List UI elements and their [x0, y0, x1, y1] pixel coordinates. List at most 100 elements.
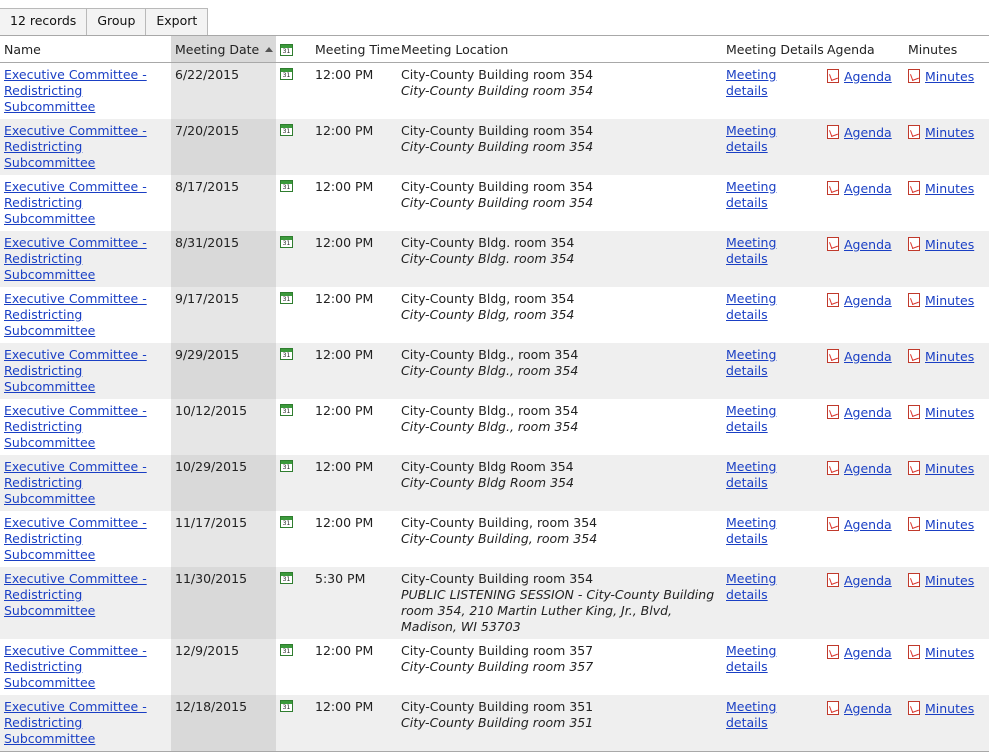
- add-to-calendar-icon[interactable]: 31: [280, 124, 293, 136]
- meeting-time-cell: 12:00 PM: [311, 455, 397, 511]
- pdf-icon: [908, 293, 920, 307]
- column-header-meeting-location[interactable]: Meeting Location: [397, 35, 722, 63]
- pdf-icon: [908, 181, 920, 195]
- pdf-icon: [827, 181, 839, 195]
- meeting-name-link[interactable]: Executive Committee - Redistricting Subc…: [4, 643, 147, 690]
- agenda-link[interactable]: Agenda: [844, 573, 892, 588]
- meeting-name-link[interactable]: Executive Committee - Redistricting Subc…: [4, 235, 147, 282]
- meeting-name-link[interactable]: Executive Committee - Redistricting Subc…: [4, 67, 147, 114]
- name-cell: Executive Committee - Redistricting Subc…: [0, 695, 171, 752]
- add-to-calendar-icon[interactable]: 31: [280, 516, 293, 528]
- agenda-link[interactable]: Agenda: [844, 701, 892, 716]
- meeting-location: City-County Building room 354: [401, 179, 594, 194]
- meeting-name-link[interactable]: Executive Committee - Redistricting Subc…: [4, 123, 147, 170]
- meeting-details-link[interactable]: Meeting details: [726, 571, 776, 602]
- add-to-calendar-icon[interactable]: 31: [280, 644, 293, 656]
- meeting-name-link[interactable]: Executive Committee - Redistricting Subc…: [4, 179, 147, 226]
- add-to-calendar-icon[interactable]: 31: [280, 460, 293, 472]
- add-to-calendar-icon[interactable]: 31: [280, 292, 293, 304]
- meeting-location-note: City-County Bldg, room 354: [401, 307, 575, 322]
- calendar-cell: 31: [276, 231, 311, 287]
- meeting-date-cell: 8/17/2015: [171, 175, 276, 231]
- meeting-name-link[interactable]: Executive Committee - Redistricting Subc…: [4, 571, 147, 618]
- add-to-calendar-icon[interactable]: 31: [280, 236, 293, 248]
- meeting-time-cell: 12:00 PM: [315, 291, 374, 306]
- meeting-date-cell: 11/17/2015: [171, 511, 276, 567]
- calendar-icon-number: 31: [282, 296, 291, 303]
- meeting-location-note: City-County Bldg., room 354: [401, 363, 579, 378]
- minutes-link[interactable]: Minutes: [925, 349, 974, 364]
- agenda-link[interactable]: Agenda: [844, 125, 892, 140]
- agenda-link[interactable]: Agenda: [844, 293, 892, 308]
- agenda-link[interactable]: Agenda: [844, 405, 892, 420]
- meeting-name-link[interactable]: Executive Committee - Redistricting Subc…: [4, 347, 147, 394]
- column-header-agenda[interactable]: Agenda: [823, 35, 904, 63]
- column-header-meeting-time[interactable]: Meeting Time: [311, 35, 400, 63]
- agenda-link[interactable]: Agenda: [844, 181, 892, 196]
- calendar-icon-number: 31: [282, 47, 291, 55]
- minutes-link[interactable]: Minutes: [925, 517, 974, 532]
- minutes-link[interactable]: Minutes: [925, 645, 974, 660]
- minutes-link[interactable]: Minutes: [925, 573, 974, 588]
- meeting-details-link[interactable]: Meeting details: [726, 459, 776, 490]
- table-row: Executive Committee - Redistricting Subc…: [0, 175, 989, 231]
- add-to-calendar-icon[interactable]: 31: [280, 700, 293, 712]
- meeting-name-link[interactable]: Executive Committee - Redistricting Subc…: [4, 403, 147, 450]
- minutes-link[interactable]: Minutes: [925, 69, 974, 84]
- minutes-link[interactable]: Minutes: [925, 237, 974, 252]
- agenda-link[interactable]: Agenda: [844, 237, 892, 252]
- column-header-meeting-details[interactable]: Meeting Details: [722, 35, 824, 63]
- meeting-details-link[interactable]: Meeting details: [726, 123, 776, 154]
- meeting-name-link[interactable]: Executive Committee - Redistricting Subc…: [4, 515, 147, 562]
- meeting-name-link[interactable]: Executive Committee - Redistricting Subc…: [4, 699, 147, 746]
- export-button[interactable]: Export: [145, 9, 207, 35]
- meeting-time-cell: 12:00 PM: [315, 67, 374, 82]
- meeting-details-link[interactable]: Meeting details: [726, 347, 776, 378]
- meeting-details-link[interactable]: Meeting details: [726, 67, 776, 98]
- minutes-link[interactable]: Minutes: [925, 293, 974, 308]
- minutes-link[interactable]: Minutes: [925, 125, 974, 140]
- column-header-meeting-date[interactable]: Meeting Date: [171, 35, 276, 63]
- pdf-icon: [827, 293, 839, 307]
- table-row: Executive Committee - Redistricting Subc…: [0, 119, 989, 175]
- sort-ascending-icon: [265, 46, 274, 52]
- column-header-name[interactable]: Name: [0, 35, 171, 63]
- meeting-name-link[interactable]: Executive Committee - Redistricting Subc…: [4, 459, 147, 506]
- add-to-calendar-icon[interactable]: 31: [280, 180, 293, 192]
- meeting-details-link[interactable]: Meeting details: [726, 515, 776, 546]
- meeting-location-cell: City-County Building room 354 PUBLIC LIS…: [397, 567, 722, 639]
- meeting-details-link[interactable]: Meeting details: [726, 235, 776, 266]
- add-to-calendar-icon[interactable]: 31: [280, 572, 293, 584]
- minutes-link[interactable]: Minutes: [925, 701, 974, 716]
- column-header-calendar[interactable]: 31: [276, 35, 311, 63]
- group-button[interactable]: Group: [86, 9, 145, 35]
- minutes-cell: Minutes: [904, 119, 989, 175]
- column-header-minutes[interactable]: Minutes: [904, 35, 989, 63]
- meeting-details-link[interactable]: Meeting details: [726, 403, 776, 434]
- minutes-link[interactable]: Minutes: [925, 461, 974, 476]
- meeting-date-cell: 12/9/2015: [171, 639, 276, 695]
- agenda-cell: Agenda: [823, 231, 904, 287]
- minutes-link[interactable]: Minutes: [925, 181, 974, 196]
- records-count-button[interactable]: 12 records: [0, 9, 86, 35]
- meeting-location-cell: City-County Building room 351 City-Count…: [397, 695, 722, 752]
- agenda-link[interactable]: Agenda: [844, 517, 892, 532]
- agenda-link[interactable]: Agenda: [844, 349, 892, 364]
- meeting-details-link[interactable]: Meeting details: [726, 291, 776, 322]
- meeting-details-link[interactable]: Meeting details: [726, 643, 776, 674]
- add-to-calendar-icon[interactable]: 31: [280, 68, 293, 80]
- add-to-calendar-icon[interactable]: 31: [280, 404, 293, 416]
- agenda-link[interactable]: Agenda: [844, 461, 892, 476]
- meeting-details-cell: Meeting details: [722, 231, 823, 287]
- agenda-link[interactable]: Agenda: [844, 69, 892, 84]
- meeting-name-link[interactable]: Executive Committee - Redistricting Subc…: [4, 291, 147, 338]
- calendar-icon: 31: [280, 43, 293, 56]
- agenda-link[interactable]: Agenda: [844, 645, 892, 660]
- meeting-details-link[interactable]: Meeting details: [726, 699, 776, 730]
- minutes-link[interactable]: Minutes: [925, 405, 974, 420]
- agenda-cell: Agenda: [823, 119, 904, 175]
- calendar-cell: 31: [276, 175, 311, 231]
- meeting-details-link[interactable]: Meeting details: [726, 179, 776, 210]
- add-to-calendar-icon[interactable]: 31: [280, 348, 293, 360]
- name-cell: Executive Committee - Redistricting Subc…: [0, 287, 171, 343]
